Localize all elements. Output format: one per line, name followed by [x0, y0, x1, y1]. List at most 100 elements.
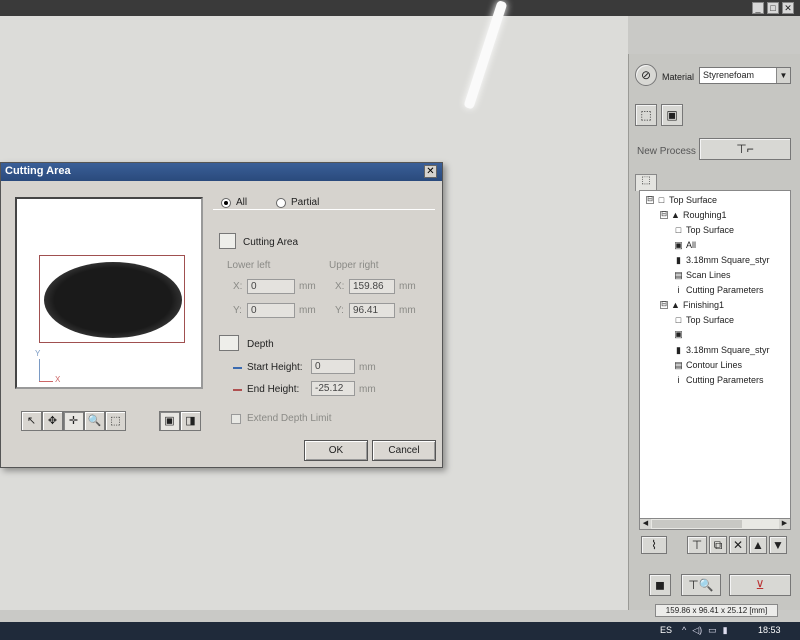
start-height-field[interactable]: 0: [311, 359, 355, 374]
separator: [213, 209, 435, 210]
cancel-button[interactable]: Cancel: [372, 440, 436, 461]
partial-tool-icon[interactable]: ◨: [180, 411, 201, 431]
scroll-left-icon[interactable]: ◀: [640, 519, 651, 529]
unit-label: mm: [399, 305, 416, 316]
tree-item-icon: □: [675, 314, 682, 325]
minimize-button[interactable]: _: [752, 2, 764, 14]
lower-left-x-field[interactable]: 0: [247, 279, 295, 294]
tree-item-label: Finishing1: [683, 300, 725, 310]
battery-icon[interactable]: ▮: [723, 625, 728, 636]
tree-item[interactable]: ▣: [674, 330, 686, 339]
preview-canvas[interactable]: Y X: [15, 197, 203, 389]
lower-left-y-label: Y:: [233, 305, 242, 316]
end-height-field[interactable]: -25.12: [311, 381, 355, 396]
ok-button[interactable]: OK: [304, 440, 368, 461]
tree-item[interactable]: ▤ Scan Lines: [674, 270, 731, 280]
tree-item[interactable]: ⊟ □ Top Surface: [646, 195, 717, 205]
tree-item[interactable]: i Cutting Parameters: [674, 285, 764, 295]
cutting-area-dialog: Cutting Area ✕ Y X ↖ ✥ ✛ 🔍 ⬚ ▣ ◨ All Par…: [0, 162, 443, 468]
tree-item-label: Top Surface: [669, 195, 718, 205]
tree-item-icon: i: [677, 284, 680, 295]
new-process-button[interactable]: ⊤⌐: [699, 138, 791, 160]
toolpath-preview-button[interactable]: ⌇: [641, 536, 667, 554]
new-process-label: New Process: [637, 146, 696, 157]
move-up-button[interactable]: ▲: [749, 536, 767, 554]
dialog-title: Cutting Area: [5, 165, 71, 177]
axis-y-label: Y: [35, 349, 41, 358]
lower-left-y-field[interactable]: 0: [247, 303, 295, 318]
volume-icon[interactable]: ◁): [692, 625, 702, 636]
clock: 18:53: [758, 625, 781, 635]
move-tool-icon[interactable]: ✛: [63, 411, 84, 431]
tree-item-label: Top Surface: [686, 315, 735, 325]
cutting-area-icon: [219, 233, 236, 249]
end-height-marker: [233, 389, 242, 391]
tree-collapse-icon[interactable]: ⊟: [660, 211, 668, 219]
unit-label: mm: [399, 281, 416, 292]
tree-item-label: Scan Lines: [686, 270, 731, 280]
tree-item[interactable]: □ Top Surface: [674, 315, 734, 325]
upper-right-label: Upper right: [329, 260, 379, 271]
tree-item-label: 3.18mm Square_styr: [686, 345, 770, 355]
delete-button[interactable]: ✕: [729, 536, 747, 554]
tree-collapse-icon[interactable]: ⊟: [660, 301, 668, 309]
tree-item[interactable]: ▣ All: [674, 240, 696, 250]
scroll-thumb[interactable]: [652, 520, 742, 528]
select-tool-icon[interactable]: ↖: [21, 411, 42, 431]
pan-tool-icon[interactable]: ✥: [42, 411, 63, 431]
tree-item[interactable]: ⊟ ▲ Finishing1: [660, 300, 724, 310]
radio-partial-indicator[interactable]: [276, 197, 286, 208]
status-bar: 159.86 x 96.41 x 25.12 [mm]: [655, 604, 778, 617]
fit-tool-icon[interactable]: ⬚: [105, 411, 126, 431]
cube-view-button[interactable]: ⬚: [635, 104, 657, 126]
main-window-titlebar: _ □ ✕: [0, 0, 800, 16]
close-window-button[interactable]: ✕: [782, 2, 794, 14]
tree-item-icon: ▲: [671, 299, 680, 310]
tree-collapse-icon[interactable]: ⊟: [646, 196, 654, 204]
stop-button[interactable]: ◼: [649, 574, 671, 596]
x-axis-icon: [39, 381, 53, 382]
language-indicator[interactable]: ES: [660, 625, 672, 635]
tree-scrollbar[interactable]: ◀ ▶: [639, 518, 791, 530]
add-process-button[interactable]: ⊤: [687, 536, 707, 554]
radio-partial[interactable]: Partial: [276, 197, 319, 208]
tree-item-label: All: [686, 240, 697, 250]
process-tree[interactable]: ⊟ □ Top Surface ⊟ ▲ Roughing1 □ Top Surface ▣ All…: [639, 190, 791, 520]
scroll-right-icon[interactable]: ▶: [779, 519, 790, 529]
tree-item[interactable]: ▮ 3.18mm Square_styr: [674, 255, 770, 265]
tree-item[interactable]: □ Top Surface: [674, 225, 734, 235]
upper-right-x-field[interactable]: 159.86: [349, 279, 395, 294]
tray-icons: ^ ◁) ▭ ▮: [682, 625, 728, 636]
tree-item-label: Cutting Parameters: [686, 375, 764, 385]
tree-item-icon: □: [675, 224, 682, 235]
maximize-button[interactable]: □: [767, 2, 779, 14]
dialog-close-button[interactable]: ✕: [424, 165, 437, 178]
tree-item[interactable]: ▤ Contour Lines: [674, 360, 742, 370]
area-tool-icon[interactable]: ▣: [159, 411, 180, 431]
radio-partial-label: Partial: [291, 197, 320, 208]
compass-icon[interactable]: ⊘: [635, 64, 657, 86]
copy-button[interactable]: ⧉: [709, 536, 727, 554]
chevron-down-icon[interactable]: ▼: [776, 68, 790, 83]
zoom-tool-icon[interactable]: 🔍: [84, 411, 105, 431]
material-select[interactable]: Styrenefoam ▼: [699, 67, 791, 84]
unit-label: mm: [299, 305, 316, 316]
tray-arrow-icon[interactable]: ^: [682, 625, 686, 636]
network-icon[interactable]: ▭: [708, 625, 717, 636]
dialog-titlebar[interactable]: Cutting Area ✕: [1, 163, 442, 181]
tree-item[interactable]: i Cutting Parameters: [674, 375, 764, 385]
radio-all-label: All: [236, 197, 248, 208]
depth-icon: [219, 335, 239, 351]
radio-all[interactable]: All: [221, 197, 247, 208]
cut-button[interactable]: ⊻: [729, 574, 791, 596]
unit-label: mm: [359, 384, 376, 395]
save-surface-button[interactable]: ▣: [661, 104, 683, 126]
tree-tab[interactable]: ⬚: [635, 174, 657, 191]
radio-all-indicator[interactable]: [221, 197, 231, 208]
extend-depth-checkbox[interactable]: [231, 414, 241, 424]
upper-right-y-field[interactable]: 96.41: [349, 303, 395, 318]
preview-cut-button[interactable]: ⊤🔍: [681, 574, 721, 596]
tree-item[interactable]: ▮ 3.18mm Square_styr: [674, 345, 770, 355]
move-down-button[interactable]: ▼: [769, 536, 787, 554]
tree-item[interactable]: ⊟ ▲ Roughing1: [660, 210, 727, 220]
